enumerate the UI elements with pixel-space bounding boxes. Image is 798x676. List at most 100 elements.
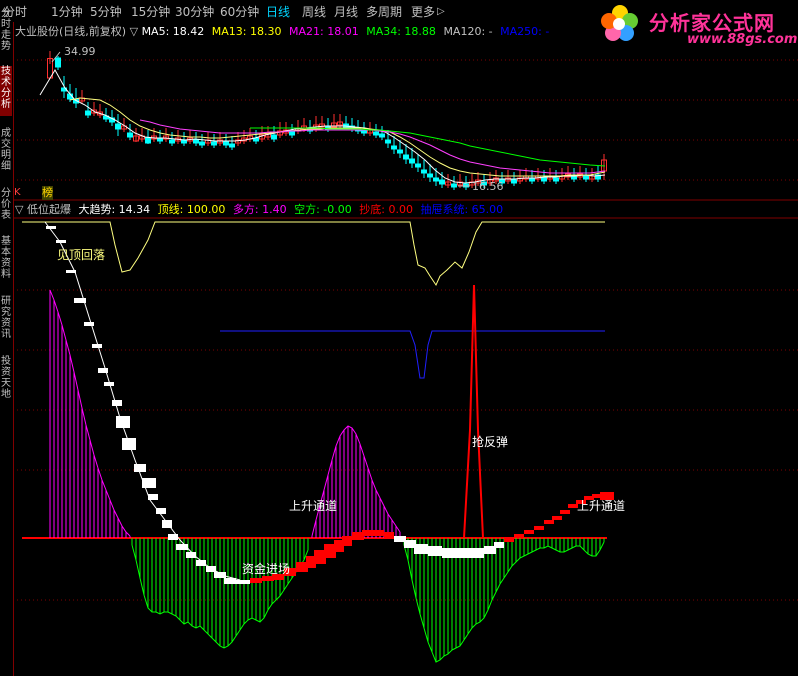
chart-canvas[interactable]: 见顶回落 资金进场 上升通道 抢反弹 上升通道 — [0, 0, 798, 676]
sidebar-tab-technical[interactable]: 技术分析 — [0, 66, 12, 116]
trend-block-down — [46, 226, 56, 229]
trend-block-up — [384, 532, 394, 538]
sidebar-tab-fundamentals[interactable]: 基本资料 — [0, 236, 12, 286]
top-line — [22, 221, 605, 287]
rank-mark[interactable]: 榜 — [42, 186, 53, 200]
ma13-value: MA13: 18.30 — [211, 25, 282, 38]
tab-1min[interactable]: 1分钟 — [51, 4, 83, 20]
candle-body — [229, 143, 235, 148]
trend-block-down — [134, 464, 146, 472]
ma13-line — [69, 97, 606, 177]
trend-block-down — [92, 344, 102, 348]
tab-weekly[interactable]: 周线 — [302, 4, 326, 20]
chart-grid — [13, 59, 798, 601]
tab-multi-period[interactable]: 多周期 — [366, 4, 402, 20]
trend-block-down — [456, 548, 470, 558]
candle-body — [439, 179, 445, 185]
bottom-fish-value: 抄底: 0.00 — [359, 203, 413, 216]
annotation-rebound: 抢反弹 — [472, 434, 508, 449]
trend-block-up — [372, 530, 384, 536]
trend-block-down — [236, 580, 250, 584]
bear-value: 空方: -0.00 — [294, 203, 352, 216]
top-line-value: 顶线: 100.00 — [157, 203, 226, 216]
candle-body — [145, 137, 151, 144]
tab-5min[interactable]: 5分钟 — [90, 4, 122, 20]
candle-body — [553, 177, 559, 182]
trend-block-up — [560, 510, 570, 514]
indicator-chart — [22, 221, 614, 663]
stock-label[interactable]: 大业股份(日线,前复权) — [15, 25, 126, 38]
sidebar-tab-price-table[interactable]: 分价表 — [0, 188, 12, 228]
trend-block-up — [250, 578, 262, 583]
indicator-name[interactable]: 低位起爆 — [27, 203, 71, 216]
sidebar-tab-research[interactable]: 研究资讯 — [0, 296, 12, 346]
indicator-marker-icon[interactable]: ▽ — [15, 203, 23, 216]
trend-block-down — [414, 544, 428, 554]
candle-body — [223, 141, 229, 146]
flower-icon — [601, 5, 638, 41]
tab-15min[interactable]: 15分钟 — [131, 4, 170, 20]
trend-value: 大趋势: 14.34 — [78, 203, 151, 216]
drawer-system-value: 抽屉系统: 65.00 — [420, 203, 504, 216]
candle-body — [271, 134, 277, 140]
candle-body — [373, 131, 379, 136]
candle-body — [451, 183, 457, 188]
drawer-system-line — [220, 330, 605, 379]
sidebar-tab-timeshare[interactable]: 分时走势 — [0, 8, 12, 58]
candle-body — [511, 179, 517, 184]
trend-block-down — [56, 240, 66, 243]
trend-block-down — [112, 400, 122, 406]
ma21-line — [139, 119, 606, 174]
main-info-bar: 大业股份(日线,前复权) ▽ MA5: 18.42 MA13: 18.30 MA… — [15, 25, 549, 39]
candle-body — [409, 158, 415, 164]
main-marker-icon[interactable]: ▽ — [130, 25, 138, 38]
candle-body — [403, 154, 409, 160]
candle-body — [115, 123, 121, 130]
tab-daily[interactable]: 日线 — [266, 4, 290, 20]
tab-monthly[interactable]: 月线 — [334, 4, 358, 20]
trend-blocks — [46, 226, 614, 584]
trend-block-up — [524, 530, 534, 534]
candle-body — [583, 175, 589, 180]
ma21-value: MA21: 18.01 — [289, 25, 359, 38]
ma250-value: MA250: - — [500, 25, 550, 38]
trend-block-down — [84, 322, 94, 326]
candle-body — [193, 139, 199, 144]
trend-block-down — [494, 542, 504, 548]
candle-body — [421, 169, 427, 174]
bull-histogram — [49, 289, 401, 538]
trend-block-up — [552, 516, 562, 520]
candle-body — [385, 139, 391, 144]
trend-block-down — [156, 508, 166, 514]
candle-body — [289, 131, 295, 136]
trend-block-down — [442, 548, 456, 558]
candle-body — [127, 132, 133, 138]
low-price-label: 16.56 — [472, 180, 504, 193]
candle-body — [433, 177, 439, 182]
ma34-line — [250, 127, 606, 167]
left-sidebar: 分时走势 技术分析 成交明细 分价表 基本资料 研究资讯 投资天地 — [0, 8, 14, 676]
trend-block-up — [342, 536, 352, 546]
bull-value: 多方: 1.40 — [232, 203, 287, 216]
candle-body — [85, 110, 91, 116]
candle-body — [379, 133, 385, 138]
indicator-info-bar: ▽ 低位起爆 大趋势: 14.34 顶线: 100.00 多方: 1.40 空方… — [15, 203, 503, 217]
trend-block-down — [428, 546, 442, 556]
ma34-value: MA34: 18.88 — [366, 25, 436, 38]
ma5-value: MA5: 18.42 — [141, 25, 205, 38]
tab-more[interactable]: 更多 — [411, 4, 435, 20]
rebound-spike — [463, 284, 484, 539]
sidebar-tab-trades[interactable]: 成交明细 — [0, 128, 12, 178]
annotation-capital-inflow: 资金进场 — [242, 561, 290, 576]
k-mark[interactable]: K — [14, 186, 21, 200]
candle-body — [541, 177, 547, 182]
tab-60min[interactable]: 60分钟 — [220, 4, 259, 20]
trend-block-down — [470, 548, 484, 558]
sidebar-tab-investment[interactable]: 投资天地 — [0, 356, 12, 406]
trend-block-up — [514, 534, 524, 538]
logo-url: www.88gs.com — [687, 32, 798, 47]
more-arrow-icon[interactable]: ▷ — [437, 4, 445, 20]
annotation-uptrend-2: 上升通道 — [577, 499, 625, 513]
trend-block-up — [504, 538, 514, 542]
tab-30min[interactable]: 30分钟 — [175, 4, 214, 20]
